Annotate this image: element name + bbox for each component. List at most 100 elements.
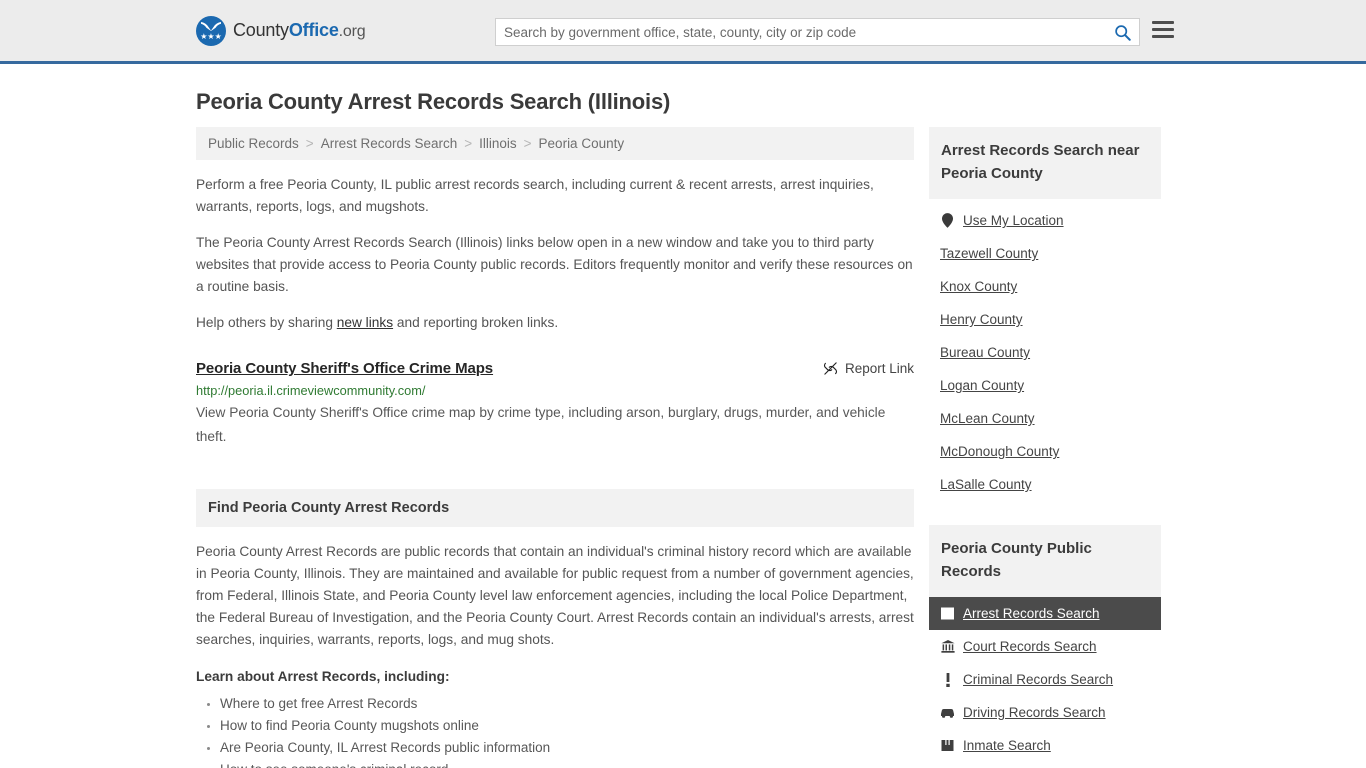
eagle-wing-shape	[201, 21, 221, 31]
list-item: Are Peoria County, IL Arrest Records pub…	[220, 738, 914, 758]
search-icon	[1114, 24, 1131, 41]
sidebar-item-label: Inmate Search	[963, 738, 1051, 753]
sidebar-item-mcdonough-county[interactable]: McDonough County	[929, 435, 1161, 468]
list-item: Criminal Records Search	[929, 663, 1161, 696]
hamburger-menu-icon[interactable]	[1152, 21, 1174, 38]
breadcrumb-separator: >	[523, 136, 532, 151]
public-records-heading: Peoria County Public Records	[929, 525, 1161, 597]
sidebar-item-label: McDonough County	[940, 444, 1060, 459]
sidebar-item-label: Bureau County	[940, 345, 1031, 360]
list-item: Tazewell County	[929, 237, 1161, 270]
sidebar-item-tazewell-county[interactable]: Tazewell County	[929, 237, 1161, 270]
result-item: Peoria County Sheriff's Office Crime Map…	[196, 360, 914, 449]
broken-link-icon	[823, 362, 838, 375]
brand-office: Office	[288, 20, 339, 40]
site-logo[interactable]: ★★★ CountyOffice.org	[196, 15, 366, 46]
sidebar-item-label: LaSalle County	[940, 477, 1032, 492]
page-title: Peoria County Arrest Records Search (Ill…	[196, 89, 671, 114]
intro-paragraph-2: The Peoria County Arrest Records Search …	[196, 235, 913, 294]
sidebar-item-label: Criminal Records Search	[963, 672, 1114, 687]
list-item: Where to get free Arrest Records	[220, 694, 914, 714]
brand-wordmark: CountyOffice.org	[233, 20, 366, 41]
list-item: How to see someone's criminal record	[220, 760, 914, 768]
fingerprint-card-icon	[940, 607, 955, 620]
brand-county: County	[233, 20, 289, 40]
list-item: Inmate Search	[929, 729, 1161, 762]
breadcrumb-item-public-records[interactable]: Public Records	[208, 136, 299, 151]
breadcrumb-separator: >	[305, 136, 314, 151]
breadcrumb-separator: >	[464, 136, 473, 151]
search-bar[interactable]	[495, 18, 1140, 46]
three-stars-icon: ★★★	[200, 31, 222, 41]
intro-paragraph-3: Help others by sharing new links and rep…	[196, 312, 914, 334]
share-text-after: and reporting broken links.	[393, 315, 559, 330]
list-item: Use My Location	[929, 199, 1161, 237]
breadcrumb: Public Records > Arrest Records Search >…	[196, 127, 914, 160]
sidebar-item-bureau-county[interactable]: Bureau County	[929, 336, 1161, 369]
brand-org: .org	[338, 23, 366, 40]
list-item: Knox County	[929, 270, 1161, 303]
sidebar-item-lasalle-county[interactable]: LaSalle County	[929, 468, 1161, 501]
sidebar-item-inmate-search[interactable]: Inmate Search	[929, 729, 1161, 762]
search-button[interactable]	[1105, 19, 1139, 45]
learn-about-heading: Learn about Arrest Records, including:	[196, 669, 450, 684]
sidebar-item-label: Use My Location	[963, 213, 1064, 228]
sidebar-item-label: Court Records Search	[963, 639, 1097, 654]
share-text-before: Help others by sharing	[196, 315, 337, 330]
result-url: http://peoria.il.crimeviewcommunity.com/	[196, 383, 426, 398]
nearby-county-list: Use My Location Tazewell County Knox Cou…	[929, 199, 1161, 501]
content-columns: Public Records > Arrest Records Search >…	[196, 127, 1170, 768]
courthouse-icon	[940, 640, 955, 653]
sidebar-item-label: Henry County	[940, 312, 1023, 327]
list-item: LaSalle County	[929, 468, 1161, 501]
sidebar-item-use-my-location[interactable]: Use My Location	[929, 199, 1161, 237]
breadcrumb-item-peoria-county[interactable]: Peoria County	[539, 136, 625, 151]
intro-paragraph-1: Perform a free Peoria County, IL public …	[196, 177, 874, 214]
sidebar-item-label: Arrest Records Search	[963, 606, 1100, 621]
breadcrumb-item-illinois[interactable]: Illinois	[479, 136, 517, 151]
sidebar-item-henry-county[interactable]: Henry County	[929, 303, 1161, 336]
public-records-list: Arrest Records Search Court Records Sear…	[929, 597, 1161, 762]
list-item: Driving Records Search	[929, 696, 1161, 729]
sidebar-item-label: Logan County	[940, 378, 1025, 393]
list-item: Arrest Records Search	[929, 597, 1161, 630]
result-title-link[interactable]: Peoria County Sheriff's Office Crime Map…	[196, 360, 493, 377]
breadcrumb-item-arrest-records-search[interactable]: Arrest Records Search	[321, 136, 458, 151]
hamburger-bar	[1152, 28, 1174, 31]
list-item: Bureau County	[929, 336, 1161, 369]
find-records-paragraph: Peoria County Arrest Records are public …	[196, 544, 914, 647]
sidebar-item-criminal-records-search[interactable]: Criminal Records Search	[929, 663, 1161, 696]
report-link-label: Report Link	[844, 361, 914, 376]
sidebar-item-arrest-records-search[interactable]: Arrest Records Search	[929, 597, 1161, 630]
sidebar: Arrest Records Search near Peoria County…	[929, 127, 1161, 762]
sidebar-item-mclean-county[interactable]: McLean County	[929, 402, 1161, 435]
sidebar-item-label: Tazewell County	[940, 246, 1039, 261]
sidebar-item-court-records-search[interactable]: Court Records Search	[929, 630, 1161, 663]
new-links-link[interactable]: new links	[337, 315, 393, 330]
sidebar-item-driving-records-search[interactable]: Driving Records Search	[929, 696, 1161, 729]
page-container: Peoria County Arrest Records Search (Ill…	[0, 89, 1366, 768]
nearby-search-heading: Arrest Records Search near Peoria County	[929, 127, 1161, 199]
hamburger-bar	[1152, 35, 1174, 38]
learn-about-list: Where to get free Arrest Records How to …	[196, 694, 914, 768]
sidebar-item-knox-county[interactable]: Knox County	[929, 270, 1161, 303]
list-item: How to find Peoria County mugshots onlin…	[220, 716, 914, 736]
site-header: ★★★ CountyOffice.org	[0, 0, 1366, 64]
map-pin-icon	[940, 213, 955, 228]
list-item: Logan County	[929, 369, 1161, 402]
report-link-button[interactable]: Report Link	[823, 360, 914, 376]
jail-icon	[940, 739, 955, 752]
sidebar-item-label: Knox County	[940, 279, 1018, 294]
main-column: Public Records > Arrest Records Search >…	[196, 127, 914, 768]
car-icon	[940, 707, 955, 718]
sidebar-item-logan-county[interactable]: Logan County	[929, 369, 1161, 402]
sidebar-item-label: McLean County	[940, 411, 1035, 426]
sidebar-item-label: Driving Records Search	[963, 705, 1106, 720]
result-header-row: Peoria County Sheriff's Office Crime Map…	[196, 360, 914, 377]
eagle-seal-icon: ★★★	[196, 15, 226, 46]
exclamation-icon	[940, 672, 955, 687]
list-item: McLean County	[929, 402, 1161, 435]
search-input[interactable]	[496, 19, 1105, 45]
result-description: View Peoria County Sheriff's Office crim…	[196, 405, 886, 444]
find-records-heading: Find Peoria County Arrest Records	[196, 489, 914, 527]
